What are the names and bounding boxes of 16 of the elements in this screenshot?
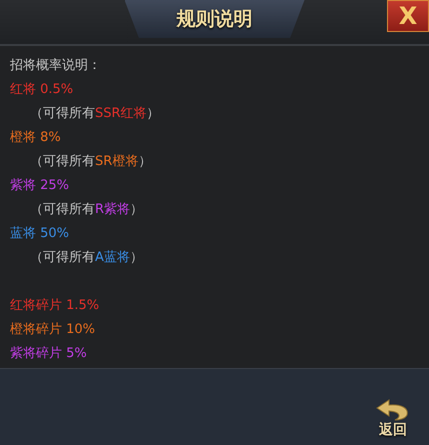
- fragment-rate-text: 红将碎片 1.5%: [10, 297, 100, 315]
- note-text: （可得所有R紫将）: [30, 201, 144, 219]
- rate-text: 蓝将 50%: [10, 225, 70, 243]
- back-button[interactable]: 返回: [375, 399, 411, 439]
- fragment-rate-text: 橙将碎片 10%: [10, 321, 96, 339]
- rate-text: 红将 0.5%: [10, 81, 74, 99]
- note-text: （可得所有SR橙将）: [30, 153, 152, 171]
- rate-text: 紫将 25%: [10, 177, 70, 195]
- close-button[interactable]: X: [387, 0, 429, 32]
- return-arrow-icon: [375, 399, 411, 421]
- note-text: （可得所有A蓝将）: [30, 249, 143, 267]
- heading-text: 招将概率说明：: [10, 57, 101, 75]
- fragment-rate-text: 紫将碎片 5%: [10, 345, 87, 363]
- note-text: （可得所有SSR红将）: [30, 105, 160, 123]
- window-title: 规则说明: [176, 7, 252, 32]
- rate-text: 橙将 8%: [10, 129, 61, 147]
